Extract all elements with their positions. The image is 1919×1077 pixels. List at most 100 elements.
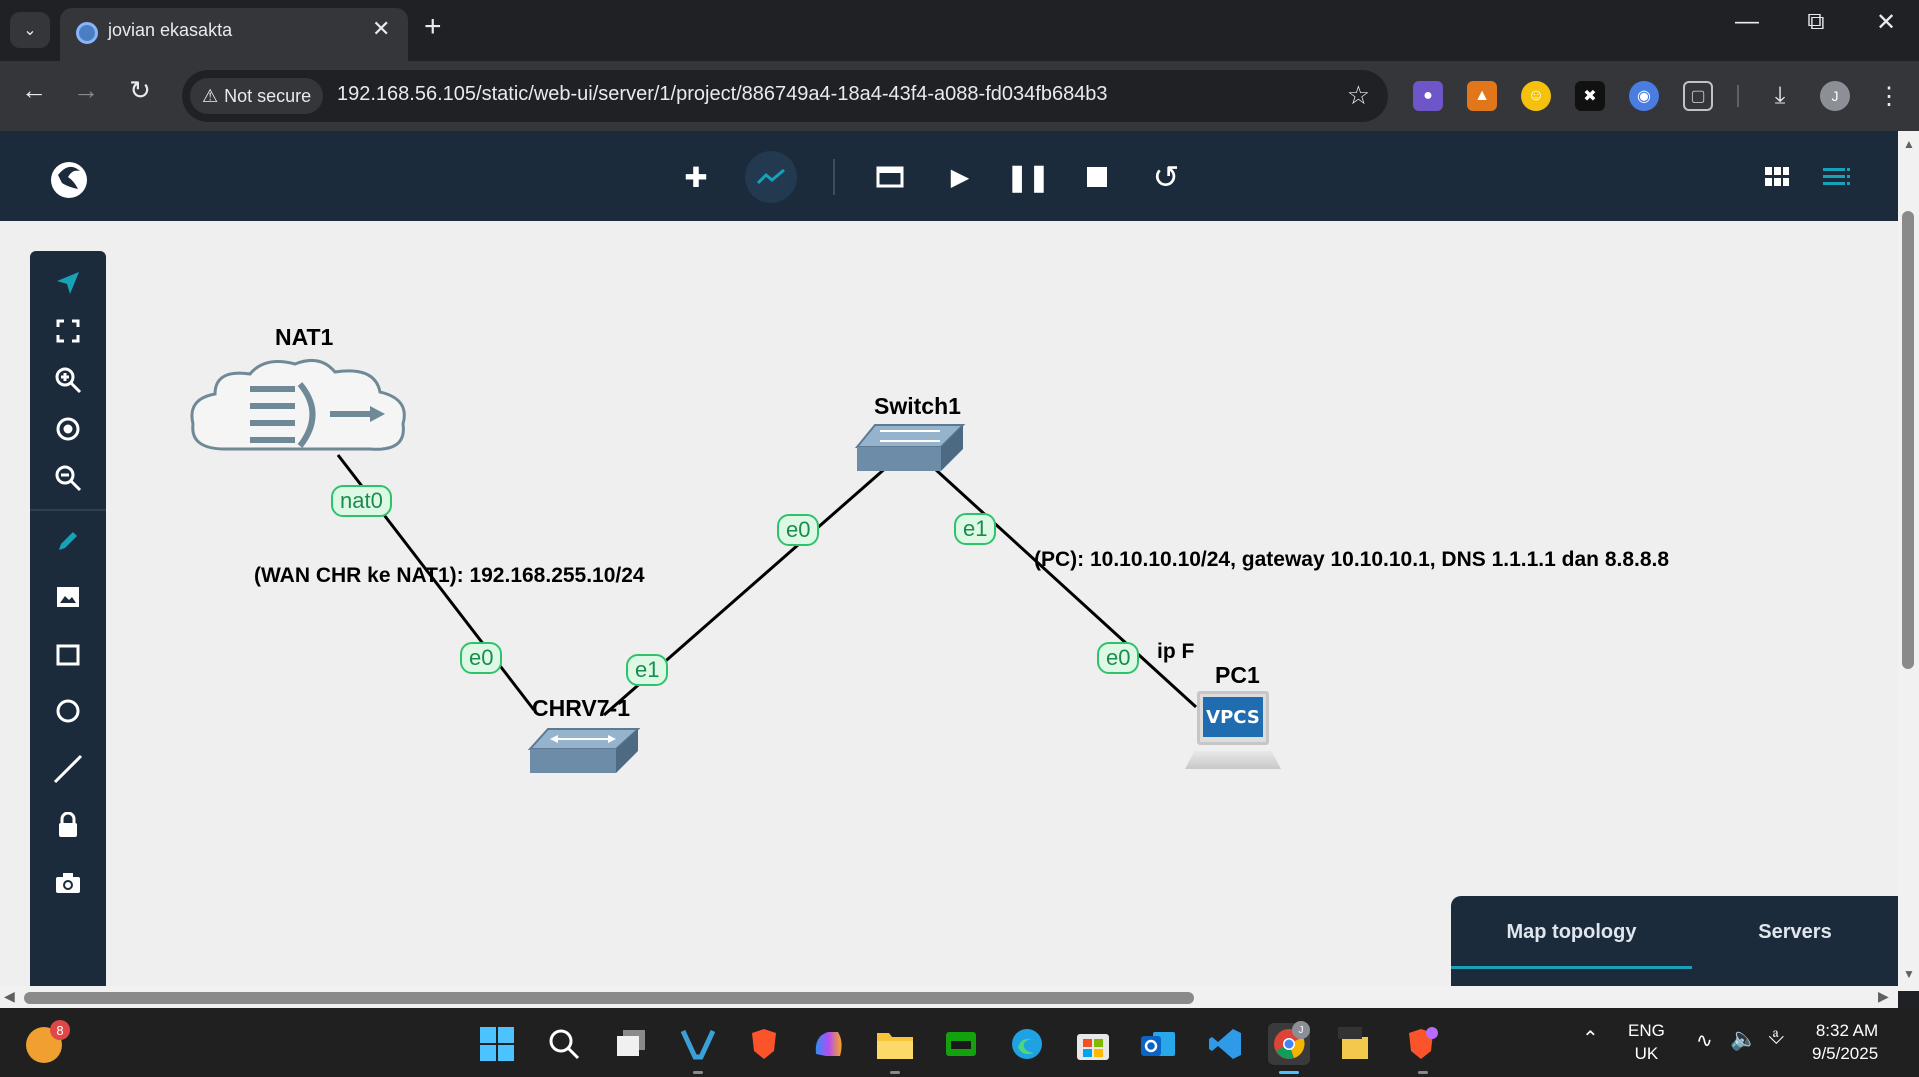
horizontal-scrollbar[interactable]: ◀ ▶ [0,986,1898,1008]
reload-icon[interactable]: ↻ [120,75,160,106]
menu-list-icon[interactable] [1812,156,1862,198]
back-arrow-icon[interactable]: ← [14,75,54,106]
metamask-fox-icon[interactable]: ▲ [1467,81,1497,111]
screenshot-camera-icon[interactable] [30,859,106,907]
fit-screen-icon[interactable] [30,307,106,355]
port-label-nat0[interactable]: nat0 [331,485,392,517]
weather-badge: 8 [50,1020,70,1040]
browser-tab-active[interactable]: jovian ekasakta ✕ [60,8,408,61]
node-label-nat1[interactable]: NAT1 [275,324,333,351]
task-view-icon[interactable] [610,1023,652,1065]
bookmark-star-icon[interactable]: ☆ [1347,80,1370,111]
scroll-right-arrow-icon[interactable]: ▶ [1878,988,1889,1005]
suspend-all-pause-icon[interactable]: ❚❚ [1003,156,1053,198]
microsoft-store-icon[interactable] [1072,1023,1114,1065]
port-label-switch-e0[interactable]: e0 [777,514,820,546]
router-chr-icon[interactable] [528,725,640,777]
extension-ghost-icon[interactable]: ● [1413,81,1443,111]
edit-pencil-icon[interactable] [30,517,106,565]
download-icon[interactable]: ⤓ [1765,81,1795,111]
browser-toolbar: ← → ↻ ⚠ Not secure 192.168.56.105/static… [0,61,1919,131]
topology-canvas[interactable]: NAT1 Switch1 CHRV7-1 PC1 VPCS nat0 e0 e1… [0,221,1898,986]
copilot-app-icon[interactable] [808,1023,850,1065]
scroll-up-arrow-icon[interactable]: ▲ [1903,137,1915,151]
url-text[interactable]: 192.168.56.105/static/web-ui/server/1/pr… [337,83,1108,106]
port-label-chr-e1[interactable]: e1 [626,654,669,686]
x64dbg-app-icon[interactable] [1334,1023,1376,1065]
file-explorer-icon[interactable] [874,1023,916,1074]
vpcs-pc-icon[interactable]: VPCS [1185,691,1281,781]
port-label-pc-e0[interactable]: e0 [1097,642,1140,674]
extension-cut-icon[interactable]: ✖ [1575,81,1605,111]
zoom-in-icon[interactable] [30,356,106,404]
tab-servers[interactable]: Servers [1692,896,1898,968]
scroll-down-arrow-icon[interactable]: ▼ [1903,967,1915,981]
reset-zoom-target-icon[interactable] [30,405,106,453]
pc-ip-note[interactable]: (PC): 10.10.10.10/24, gateway 10.10.10.1… [1034,548,1669,572]
tray-overflow-chevron-icon[interactable]: ⌃ [1582,1026,1599,1051]
taskbar-search-icon[interactable] [543,1023,585,1065]
extensions-puzzle-icon[interactable]: ▢ [1683,81,1713,111]
new-tab-button[interactable]: + [424,10,442,44]
tab-map-topology[interactable]: Map topology [1451,896,1692,968]
node-label-chrv7-1[interactable]: CHRV7-1 [532,695,630,722]
grid-view-icon[interactable] [1752,156,1802,198]
vertical-scrollbar[interactable]: ▲ ▼ [1898,131,1919,991]
brave-browser-icon[interactable] [743,1023,785,1065]
gns3-logo-icon[interactable] [48,155,90,201]
close-window-icon[interactable]: ✕ [1866,8,1906,37]
topology-summary-chart-icon[interactable] [745,151,797,203]
battery-charging-icon[interactable]: ⎀ [1768,1026,1784,1049]
vscode-app-icon[interactable] [1204,1023,1246,1065]
address-bar[interactable]: ⚠ Not secure 192.168.56.105/static/web-u… [182,70,1388,122]
profile-avatar[interactable]: J [1820,81,1850,111]
vpcs-screen-label: VPCS [1203,697,1263,737]
vertical-scroll-thumb[interactable] [1902,211,1914,669]
brave-beta-browser-icon[interactable] [1402,1023,1444,1074]
wan-ip-note[interactable]: (WAN CHR ke NAT1): 192.168.255.10/24 [254,564,645,588]
console-window-icon[interactable] [865,156,915,198]
volume-icon[interactable]: 🔈 [1730,1026,1757,1052]
draw-rectangle-icon[interactable] [30,631,106,679]
draw-ellipse-icon[interactable] [30,687,106,735]
virtualbox-app-icon[interactable] [677,1023,719,1074]
draw-line-icon[interactable] [30,745,106,793]
outlook-app-icon[interactable] [1138,1023,1180,1065]
scroll-left-arrow-icon[interactable]: ◀ [4,988,15,1005]
forward-arrow-icon[interactable]: → [66,75,106,106]
ethernet-switch-icon[interactable] [855,421,965,475]
edge-browser-icon[interactable] [1006,1023,1048,1065]
browser-tab-strip: ⌄ jovian ekasakta ✕ + — ⧉ ✕ [0,0,1919,61]
extension-shield-icon[interactable]: ◉ [1629,81,1659,111]
add-node-plus-icon[interactable]: ✚ [671,156,721,198]
minimize-icon[interactable]: — [1727,8,1767,36]
security-chip[interactable]: ⚠ Not secure [190,78,324,114]
system-clock[interactable]: 8:32 AM 9/5/2025 [1812,1019,1878,1065]
insert-image-icon[interactable] [30,573,106,621]
nat-cloud-icon[interactable] [185,354,413,464]
reload-all-icon[interactable]: ↺ [1141,156,1191,198]
zoom-out-icon[interactable] [30,454,106,502]
node-label-switch1[interactable]: Switch1 [874,393,961,420]
select-pointer-icon[interactable] [30,259,106,307]
extension-smile-icon[interactable]: ☺ [1521,81,1551,111]
tab-search-button[interactable]: ⌄ [10,12,50,48]
ip-note-fragment[interactable]: ip F [1157,640,1194,664]
wifi-icon[interactable]: ∿ [1696,1028,1713,1053]
gns3-app-header: ✚ ▶ ❚❚ ↺ [0,131,1898,221]
port-label-switch-e1[interactable]: e1 [954,513,997,545]
chrome-browser-icon[interactable]: J [1268,1021,1310,1074]
close-tab-icon[interactable]: ✕ [372,16,390,42]
stop-all-icon[interactable] [1072,156,1122,198]
restore-icon[interactable]: ⧉ [1796,8,1836,36]
windows-start-icon[interactable] [476,1023,518,1065]
node-label-pc1[interactable]: PC1 [1215,662,1260,689]
start-all-play-icon[interactable]: ▶ [935,156,985,198]
input-language-indicator[interactable]: ENG UK [1628,1019,1665,1065]
lock-icon[interactable] [30,801,106,849]
menu-kebab-icon[interactable]: ⋮ [1874,81,1904,111]
horizontal-scroll-thumb[interactable] [24,992,1194,1004]
link-switch-pc[interactable] [933,467,1198,709]
port-label-chr-e0[interactable]: e0 [460,642,503,674]
terminal-app-icon[interactable] [940,1023,982,1065]
